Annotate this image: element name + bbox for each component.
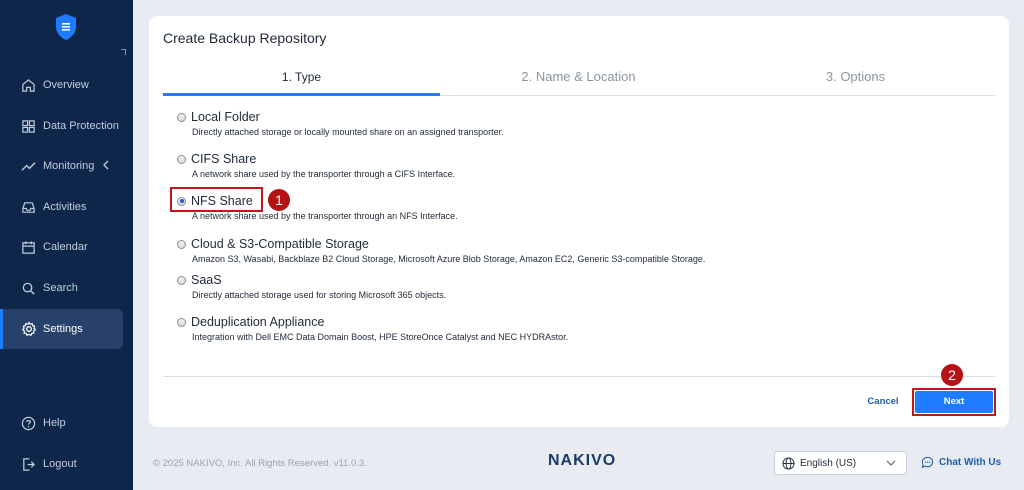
option-description: Directly attached storage used for stori… — [192, 290, 447, 300]
sidebar-item-settings[interactable]: Settings — [0, 309, 123, 349]
sidebar-item-label: Activities — [43, 201, 87, 213]
language-select[interactable]: English (US) — [774, 451, 907, 475]
sidebar-item-overview[interactable]: Overview — [0, 65, 123, 105]
tab-name-location[interactable]: 2. Name & Location — [440, 66, 717, 96]
option-label[interactable]: Local Folder — [191, 110, 260, 124]
tab-options[interactable]: 3. Options — [717, 66, 994, 96]
step-badge-1: 1 — [268, 189, 290, 211]
option-label[interactable]: Cloud & S3-Compatible Storage — [191, 237, 369, 251]
collapse-sidebar-icon[interactable] — [121, 49, 126, 55]
step-badge-2: 2 — [941, 364, 963, 386]
sidebar-item-logout[interactable]: Logout — [0, 444, 123, 484]
option-description: Integration with Dell EMC Data Domain Bo… — [192, 332, 569, 342]
chat-icon — [921, 456, 934, 469]
logout-icon — [20, 456, 37, 473]
chevron-left-icon — [102, 160, 109, 173]
sidebar-item-calendar[interactable]: Calendar — [0, 227, 123, 267]
option-local-folder: Local Folder Directly attached storage o… — [177, 109, 504, 137]
option-label[interactable]: CIFS Share — [191, 152, 256, 166]
sidebar-item-activities[interactable]: Activities — [0, 187, 123, 227]
option-cifs-share: CIFS Share A network share used by the t… — [177, 151, 455, 179]
option-saas: SaaS Directly attached storage used for … — [177, 272, 446, 300]
sidebar-item-label: Overview — [43, 79, 89, 91]
tab-type[interactable]: 1. Type — [163, 66, 440, 96]
wizard-tabs: 1. Type 2. Name & Location 3. Options — [163, 66, 995, 96]
option-description: A network share used by the transporter … — [192, 169, 456, 179]
language-value: English (US) — [800, 457, 857, 469]
sidebar-item-search[interactable]: Search — [0, 268, 123, 308]
grid-icon — [20, 118, 37, 135]
sidebar-item-label: Logout — [43, 458, 77, 470]
option-label[interactable]: SaaS — [191, 273, 222, 287]
sidebar-item-help[interactable]: Help — [0, 403, 123, 443]
calendar-icon — [20, 239, 37, 256]
copyright-text: © 2025 NAKIVO, Inc. All Rights Reserved.… — [153, 458, 367, 469]
gear-icon — [20, 321, 37, 338]
nfs-highlight-box — [170, 187, 263, 212]
sidebar-item-data-protection[interactable]: Data Protection — [0, 106, 123, 146]
brand-logo: NAKIVO — [548, 452, 617, 469]
trend-icon — [20, 158, 37, 175]
globe-icon — [782, 456, 795, 470]
cloud-s3-radio[interactable] — [177, 239, 186, 249]
chat-with-us-link[interactable]: Chat With Us — [921, 456, 1001, 469]
option-description: Amazon S3, Wasabi, Backblaze B2 Cloud St… — [192, 254, 706, 264]
create-repository-dialog: Create Backup Repository 1. Type 2. Name… — [149, 16, 1009, 427]
inbox-icon — [20, 199, 37, 216]
chevron-down-icon — [886, 459, 896, 470]
cancel-button[interactable]: Cancel — [861, 393, 905, 411]
app-logo-icon[interactable] — [55, 13, 77, 41]
saas-radio[interactable] — [177, 275, 186, 285]
dialog-title: Create Backup Repository — [163, 30, 327, 46]
deduplication-radio[interactable] — [177, 317, 186, 327]
search-icon — [20, 280, 37, 297]
sidebar-item-label: Monitoring — [43, 160, 95, 172]
sidebar-item-label: Search — [43, 282, 78, 294]
sidebar-item-label: Help — [43, 417, 66, 429]
home-icon — [20, 77, 37, 94]
option-description: A network share used by the transporter … — [192, 211, 458, 221]
cifs-share-radio[interactable] — [177, 154, 186, 164]
sidebar-item-label: Data Protection — [43, 120, 119, 132]
sidebar: Overview Data Protection Monitoring Acti… — [0, 0, 133, 490]
help-icon — [20, 415, 37, 432]
chat-label: Chat With Us — [939, 457, 1002, 468]
sidebar-item-monitoring[interactable]: Monitoring — [0, 146, 123, 186]
dialog-footer-divider — [163, 376, 995, 377]
option-description: Directly attached storage or locally mou… — [192, 127, 504, 137]
option-label[interactable]: Deduplication Appliance — [191, 315, 324, 329]
sidebar-item-label: Settings — [43, 323, 83, 335]
option-cloud-s3: Cloud & S3-Compatible Storage Amazon S3,… — [177, 236, 705, 264]
option-deduplication-appliance: Deduplication Appliance Integration with… — [177, 314, 568, 342]
sidebar-item-label: Calendar — [43, 241, 88, 253]
next-button[interactable]: Next — [915, 391, 993, 413]
local-folder-radio[interactable] — [177, 112, 186, 122]
